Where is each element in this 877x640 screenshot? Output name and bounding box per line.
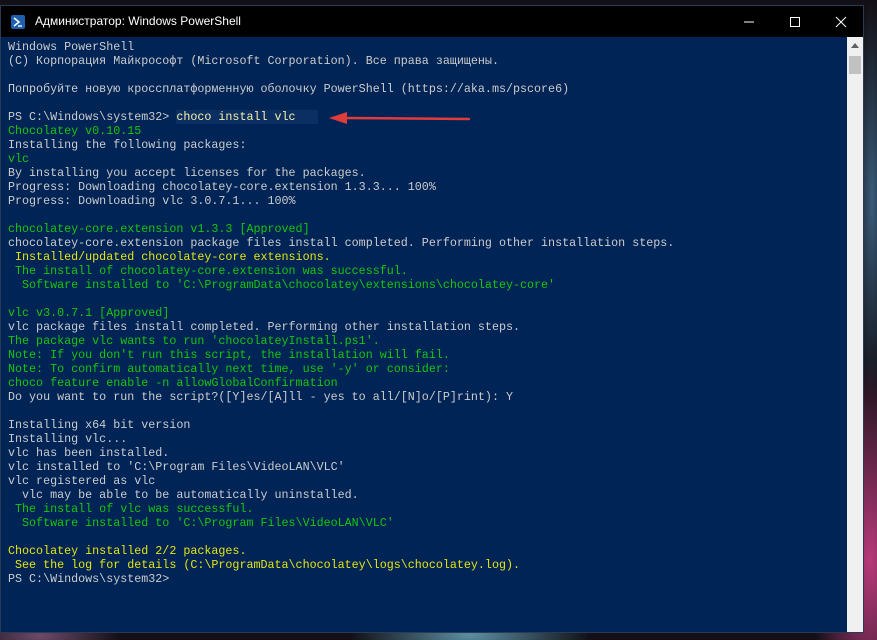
console-line: The install of vlc was successful. [8,502,254,516]
console-line: vlc [8,152,30,166]
console-line: Note: If you don't run this script, the … [8,348,450,362]
console-line: PS C:\Windows\system32> [8,572,177,586]
console-lines: Windows PowerShell (C) Корпорация Майкрос… [8,40,674,586]
minimize-icon [744,21,754,23]
console-line: Installing vlc... [8,432,128,446]
console-line: vlc has been installed. [8,446,170,460]
console-line: See the log for details (C:\ProgramData\… [8,558,520,572]
console-line: Progress: Downloading chocolatey-core.ex… [8,180,436,194]
console-line: vlc registered as vlc [8,474,156,488]
close-icon [835,16,847,28]
console-line: vlc v3.0.7.1 [Approved] [8,306,170,320]
console-line: (C) Корпорация Майкрософт (Microsoft Cor… [8,54,499,68]
title-bar[interactable]: Администратор: Windows PowerShell [1,6,863,37]
console-line: Installing x64 bit version [8,418,191,432]
powershell-icon [11,15,25,29]
console-line: Chocolatey v0.10.15 [8,124,142,138]
console-line: Do you want to run the script?([Y]es/[A]… [8,390,513,404]
prompt-text: PS C:\Windows\system32> [8,110,177,124]
console-line: Software installed to 'C:\ProgramData\ch… [8,278,556,292]
powershell-window: Администратор: Windows PowerShell Window… [0,5,864,633]
console-line: Installed/updated chocolatey-core extens… [8,250,331,264]
minimize-button[interactable] [726,6,772,37]
console-line: By installing you accept licenses for th… [8,166,366,180]
console-output[interactable]: Windows PowerShell (C) Корпорация Майкрос… [1,37,847,632]
console-line: Chocolatey installed 2/2 packages. [8,544,247,558]
console-line: chocolatey-core.extension package files … [8,236,675,250]
console-line: vlc may be able to be automatically unin… [8,488,359,502]
chevron-up-icon [851,43,859,48]
console-line: Windows PowerShell [8,40,135,54]
console-line: The package vlc wants to run 'chocolatey… [8,334,380,348]
scroll-up-button[interactable] [847,37,863,54]
maximize-button[interactable] [772,6,818,37]
console-line: vlc package files install completed. Per… [8,320,520,334]
console-line: PS C:\Windows\system32> choco install vl… [8,110,674,124]
console-line: Note: To confirm automatically next time… [8,362,450,376]
close-button[interactable] [818,6,864,37]
console-line: The install of chocolatey-core.extension… [8,264,408,278]
console-line: choco feature enable -n allowGlobalConfi… [8,376,338,390]
console-line: Попробуйте новую кроссплатформенную обол… [8,82,570,96]
window-title: Администратор: Windows PowerShell [35,14,241,28]
console-line: Installing the following packages: [8,138,247,152]
console-line: Progress: Downloading vlc 3.0.7.1... 100… [8,194,296,208]
console-line: Software installed to 'C:\Program Files\… [8,516,394,530]
maximize-icon [790,17,800,27]
vertical-scrollbar[interactable] [847,37,863,632]
console-line: chocolatey-core.extension v1.3.3 [Approv… [8,222,310,236]
console-line: vlc installed to 'C:\Program Files\Video… [8,460,345,474]
command-text: choco install vlc [176,110,318,124]
scroll-thumb[interactable] [849,56,861,74]
